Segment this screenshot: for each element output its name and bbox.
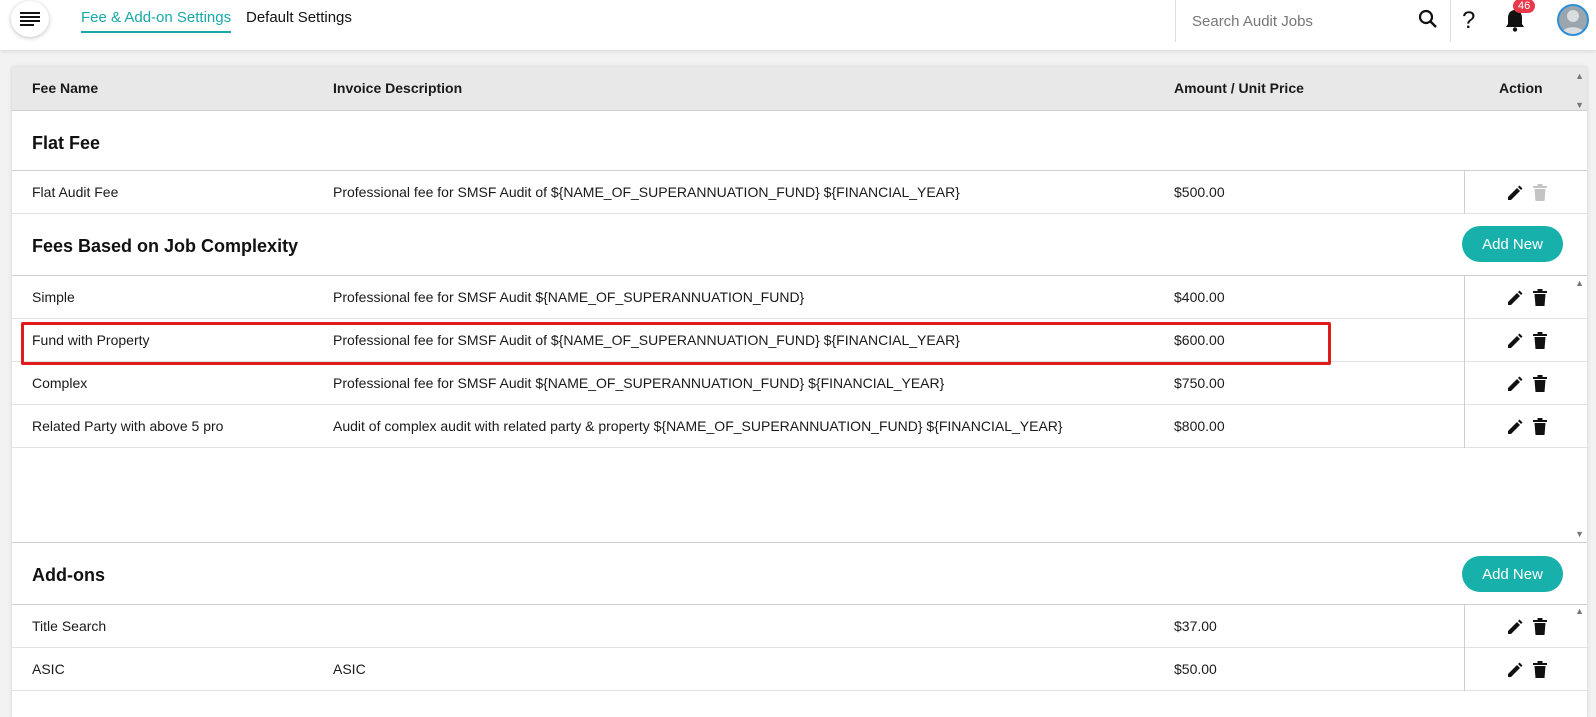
search-box [1175,0,1451,42]
menu-icon [20,12,40,26]
tab-default-settings[interactable]: Default Settings [246,9,352,26]
table-row: Related Party with above 5 pro Audit of … [12,405,1587,448]
invoice-description: ASIC [333,661,366,677]
amount: $37.00 [1174,618,1217,634]
edit-icon[interactable] [1506,661,1524,682]
search-icon[interactable] [1418,9,1438,34]
highlight-box [21,322,1331,365]
invoice-description: Professional fee for SMSF Audit ${NAME_O… [333,289,805,305]
delete-icon[interactable] [1532,661,1548,682]
column-header-fee-name: Fee Name [32,80,99,96]
row-actions [1464,171,1587,214]
delete-icon[interactable] [1532,618,1548,639]
invoice-description: Audit of complex audit with related part… [333,418,1063,434]
edit-icon[interactable] [1506,375,1524,396]
table-row: Title Search $37.00 [12,605,1587,648]
edit-icon[interactable] [1506,332,1524,353]
row-actions [1464,605,1587,648]
section-title: Add-ons [32,565,105,585]
help-icon[interactable]: ? [1462,7,1475,35]
row-actions [1464,319,1587,362]
add-new-complexity-fee-button[interactable]: Add New [1462,226,1563,262]
scroll-up-arrow-icon[interactable]: ▲ [1575,71,1584,81]
amount: $750.00 [1174,375,1225,391]
table-header: Fee Name Invoice Description Amount / Un… [12,67,1587,111]
delete-icon[interactable] [1532,375,1548,396]
amount: $800.00 [1174,418,1225,434]
row-actions [1464,362,1587,405]
search-input[interactable] [1192,10,1402,32]
fee-name: Title Search [32,618,107,634]
invoice-description: Professional fee for SMSF Audit of ${NAM… [333,184,960,200]
section-add-ons: Add-ons Add New [12,542,1587,605]
tab-fee-addon-settings[interactable]: Fee & Add-on Settings [81,9,232,33]
table-row: Flat Audit Fee Professional fee for SMSF… [12,171,1587,214]
notification-count-badge: 46 [1513,0,1536,13]
avatar[interactable] [1557,4,1589,36]
menu-button[interactable] [11,1,49,37]
fee-table-panel: Fee Name Invoice Description Amount / Un… [12,67,1587,717]
fee-name: Flat Audit Fee [32,184,119,200]
edit-icon[interactable] [1506,184,1524,205]
fee-name: Related Party with above 5 pro [32,418,224,434]
invoice-description: Professional fee for SMSF Audit ${NAME_O… [333,375,945,391]
column-header-action: Action [1499,80,1543,96]
amount: $400.00 [1174,289,1225,305]
table-row: ASIC ASIC $50.00 [12,648,1587,691]
scroll-down-arrow-icon[interactable]: ▼ [1575,100,1584,110]
fee-name: Simple [32,289,75,305]
section-job-complexity: Fees Based on Job Complexity Add New [12,214,1587,276]
amount: $50.00 [1174,661,1217,677]
add-new-addon-button[interactable]: Add New [1462,556,1563,592]
delete-icon[interactable] [1532,332,1548,353]
delete-icon[interactable] [1532,418,1548,439]
column-header-amount: Amount / Unit Price [1174,80,1304,96]
row-actions [1464,405,1587,448]
fee-name: Complex [32,375,88,391]
scroll-down-arrow-icon[interactable]: ▼ [1575,529,1584,539]
section-title: Flat Fee [32,133,101,153]
row-actions [1464,648,1587,691]
top-bar: Fee & Add-on Settings Default Settings ?… [0,0,1596,50]
table-row: Complex Professional fee for SMSF Audit … [12,362,1587,405]
edit-icon[interactable] [1506,289,1524,310]
edit-icon[interactable] [1506,618,1524,639]
edit-icon[interactable] [1506,418,1524,439]
section-flat-fee: Flat Fee [12,111,1587,171]
table-row: Simple Professional fee for SMSF Audit $… [12,276,1587,319]
fee-name: ASIC [32,661,65,677]
delete-icon[interactable] [1532,289,1548,310]
amount: $500.00 [1174,184,1225,200]
section-title: Fees Based on Job Complexity [32,236,299,256]
row-actions [1464,276,1587,319]
delete-icon-disabled [1532,184,1548,205]
column-header-invoice-description: Invoice Description [333,80,463,96]
